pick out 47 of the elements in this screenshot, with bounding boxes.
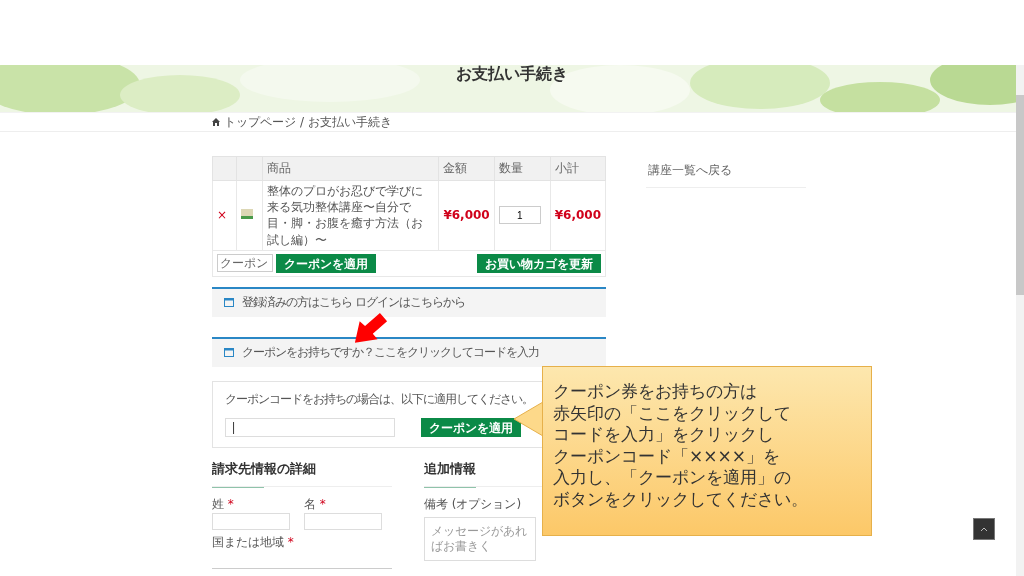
table-header: 小計 [550, 156, 606, 181]
field-label: 名 * [304, 495, 326, 513]
notice-bar[interactable]: クーポンをお持ちですか？ここをクリックしてコードを入力 [212, 336, 606, 367]
section-heading: 請求先情報の詳細 [212, 459, 392, 487]
scrollbar[interactable] [1016, 65, 1024, 576]
breadcrumb-link[interactable]: トップページ [224, 113, 296, 131]
coupon-field[interactable]: クーポン [217, 254, 273, 273]
table-header: 商品 [262, 156, 439, 181]
subtotal-cell: ¥6,000 [550, 180, 606, 251]
table-header: 数量 [494, 156, 551, 181]
field-label: 国または地域 * [212, 533, 294, 551]
notice-bar[interactable]: 登録済みの方はこちら ログインはこちらから [212, 286, 606, 317]
notice-text[interactable]: 登録済みの方はこちら ログインはこちらから [242, 294, 465, 312]
quantity-field[interactable]: 1 [498, 206, 541, 225]
notice-text[interactable]: クーポンをお持ちですか？ここをクリックしてコードを入力 [242, 344, 539, 362]
input-field[interactable] [304, 512, 382, 530]
coupon-hint: クーポンコードをお持ちの場合は、以下に適用してください。 [225, 391, 533, 406]
input-field[interactable] [212, 512, 290, 530]
remove-button[interactable]: × [217, 208, 228, 223]
callout-text: ボタンをクリックしてください。 [553, 488, 809, 510]
required-mark: * [319, 496, 326, 511]
price-cell: ¥6,000 [438, 180, 495, 251]
product-name: 整体のプロがお忍びで学びに来る気功整体講座〜自分で目・脚・お腹を癒す方法（お試し編）〜 [262, 180, 439, 251]
apply-coupon-button[interactable]: クーポンを適用 [421, 417, 521, 437]
update-cart-button[interactable]: お買い物カゴを更新 [477, 253, 601, 273]
page-title: お支払い手続き [456, 65, 568, 85]
caret-up-icon [980, 526, 988, 532]
window-icon [224, 348, 234, 358]
callout-text: クーポン券をお持ちの方は [553, 381, 758, 403]
table-header: 金額 [438, 156, 495, 181]
scroll-top-button[interactable] [973, 518, 995, 540]
coupon-code-field[interactable]: | [225, 417, 395, 437]
required-mark: * [227, 496, 234, 511]
apply-coupon-button[interactable]: クーポンを適用 [276, 253, 376, 273]
field-label: 備考 (オプション) [424, 495, 522, 513]
notes-field[interactable]: メッセージがあればお書きく [424, 516, 536, 561]
window-icon [224, 298, 234, 308]
home-icon [212, 118, 220, 126]
product-thumbnail [241, 209, 253, 220]
breadcrumb-separator: / [300, 115, 305, 129]
back-link[interactable]: 講座一覧へ戻る [646, 156, 806, 188]
breadcrumb-current: お支払い手続き [308, 113, 393, 131]
pointer-arrow [352, 312, 390, 344]
required-mark: * [287, 534, 294, 549]
callout-text: コードを入力」をクリックし [553, 424, 775, 446]
callout-text: 赤矢印の「ここをクリックして [553, 402, 792, 424]
field-label: 姓 * [212, 495, 234, 513]
